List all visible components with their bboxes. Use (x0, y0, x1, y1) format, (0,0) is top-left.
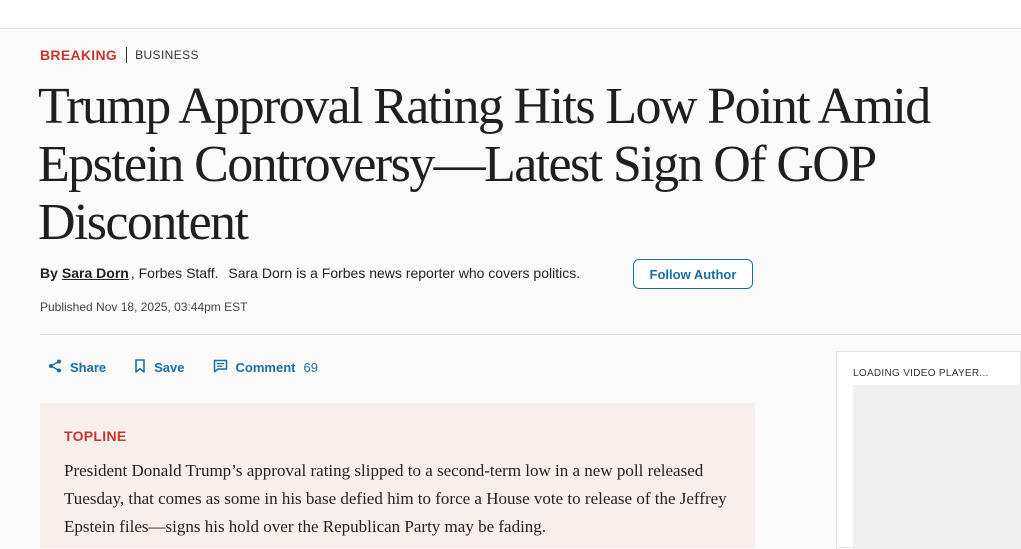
share-icon (48, 359, 70, 376)
article-headline: Trump Approval Rating Hits Low Point Ami… (38, 78, 931, 251)
comment-button[interactable]: Comment 69 (213, 359, 318, 376)
author-link[interactable]: Sara Dorn (62, 265, 129, 281)
breaking-label: BREAKING (40, 47, 118, 63)
video-loading-label: LOADING VIDEO PLAYER... (853, 368, 989, 379)
topline-label: TOPLINE (64, 428, 127, 444)
byline: By Sara Dorn, Forbes Staff. Sara Dorn is … (40, 265, 580, 281)
top-navigation-bar (0, 0, 1021, 29)
follow-author-button[interactable]: Follow Author (633, 259, 753, 289)
bookmark-icon (134, 359, 154, 376)
video-player[interactable] (853, 385, 1021, 549)
save-label: Save (154, 360, 185, 375)
save-button[interactable]: Save (134, 359, 185, 376)
topline-box: TOPLINE President Donald Trump’s approva… (40, 403, 755, 548)
video-player-panel: LOADING VIDEO PLAYER... (836, 351, 1021, 549)
header-divider (40, 334, 1021, 335)
author-description: Sara Dorn is a Forbes news reporter who … (228, 265, 581, 281)
article-kicker: BREAKING BUSINESS (40, 46, 199, 64)
comment-icon (213, 359, 236, 376)
comment-count: 69 (303, 360, 318, 375)
comment-label: Comment (235, 360, 296, 375)
section-link[interactable]: BUSINESS (135, 48, 199, 62)
byline-prefix: By (40, 265, 58, 281)
kicker-divider (126, 47, 128, 63)
article-actions: Share Save Comment 69 (48, 359, 346, 376)
author-role: , Forbes Staff. (130, 265, 219, 281)
topline-text: President Donald Trump’s approval rating… (64, 461, 727, 536)
published-date: Published Nov 18, 2025, 03:44pm EST (40, 300, 248, 314)
share-button[interactable]: Share (48, 359, 106, 376)
share-label: Share (70, 360, 107, 375)
